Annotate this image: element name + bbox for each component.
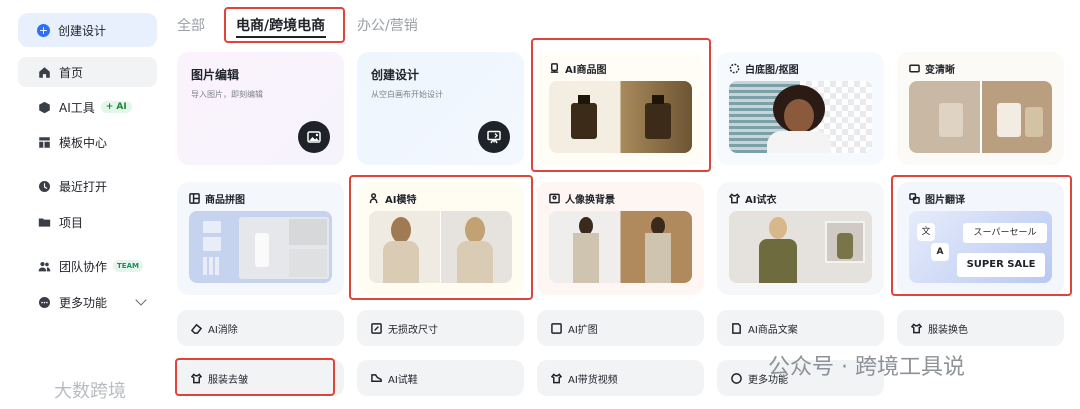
sidebar: + 创建设计 首页 AI工具 + AI 模板中心 最近打开 项目 团队协作 TE… — [0, 0, 170, 409]
clothing-recolor-button[interactable]: 服装换色 — [897, 310, 1064, 346]
watermark-left: 大数跨境 — [54, 381, 126, 402]
sidebar-item-label: 团队协作 — [59, 259, 108, 274]
card-title: 白底图/抠图 — [745, 64, 799, 76]
create-design-title: 创建设计 — [371, 68, 420, 82]
sidebar-item-label: 首页 — [59, 65, 84, 80]
highlight-box-dewrinkle — [175, 358, 335, 396]
tab-office-marketing[interactable]: 办公/营销 — [357, 15, 418, 35]
sidebar-item-label: 更多功能 — [59, 295, 108, 310]
button-label: AI扩图 — [568, 324, 598, 336]
collage-icon — [189, 192, 200, 204]
ai-expand-button[interactable]: AI扩图 — [537, 310, 704, 346]
clock-icon — [37, 179, 51, 193]
sidebar-item-team[interactable]: 团队协作 TEAM — [18, 251, 157, 281]
more-icon — [37, 295, 51, 309]
sidebar-item-ai-tools[interactable]: AI工具 + AI — [18, 92, 157, 122]
sidebar-item-label: 最近打开 — [59, 179, 108, 194]
sidebar-item-home[interactable]: 首页 — [18, 57, 157, 87]
template-icon — [37, 135, 51, 149]
highlight-box-ai-model — [349, 175, 533, 300]
highlight-box-translate — [891, 175, 1072, 296]
more-icon — [731, 372, 742, 384]
create-design-card[interactable]: 创建设计 从空白画布开始设计 — [357, 52, 524, 165]
home-icon — [37, 65, 51, 79]
shoe-icon — [371, 373, 382, 382]
collage-preview — [189, 211, 332, 283]
ai-product-copy-button[interactable]: AI商品文案 — [717, 310, 884, 346]
tryon-icon — [729, 192, 740, 203]
create-design-button[interactable]: + 创建设计 — [18, 13, 157, 47]
video-icon — [551, 372, 562, 383]
document-icon — [732, 322, 741, 334]
card-title: 变清晰 — [925, 64, 955, 76]
image-icon — [298, 121, 330, 153]
button-label: 无损改尺寸 — [388, 324, 438, 336]
sidebar-item-projects[interactable]: 项目 — [18, 207, 157, 237]
image-edit-card[interactable]: 图片编辑 导入图片，即刻编辑 — [177, 52, 344, 165]
sidebar-item-recent[interactable]: 最近打开 — [18, 171, 157, 201]
card-title: 商品拼图 — [205, 194, 245, 206]
button-label: AI消除 — [208, 324, 238, 336]
sidebar-item-label: 项目 — [59, 215, 84, 230]
button-label: AI试鞋 — [388, 374, 418, 386]
cutout-card[interactable]: 白底图/抠图 — [717, 52, 884, 165]
watermark-right: 公众号 · 跨境工具说 — [768, 355, 965, 380]
sharpen-preview — [909, 81, 1052, 153]
highlight-box-ai-product — [531, 38, 711, 172]
background-icon — [549, 193, 560, 203]
button-label: AI带货视频 — [568, 374, 618, 386]
ai-sales-video-button[interactable]: AI带货视频 — [537, 360, 704, 396]
ai-badge: + AI — [100, 101, 132, 113]
sidebar-item-label: AI工具 — [59, 100, 95, 115]
sidebar-item-templates[interactable]: 模板中心 — [18, 127, 157, 157]
team-icon — [37, 259, 51, 273]
product-collage-card[interactable]: 商品拼图 — [177, 182, 344, 295]
shirt-icon — [911, 322, 922, 333]
canvas-icon — [478, 121, 510, 153]
button-label: AI商品文案 — [748, 324, 798, 336]
create-design-subtitle: 从空白画布开始设计 — [371, 90, 443, 99]
ai-tryon-card[interactable]: AI试衣 — [717, 182, 884, 295]
ai-erase-button[interactable]: AI消除 — [177, 310, 344, 346]
cutout-preview — [729, 81, 872, 153]
sidebar-item-more[interactable]: 更多功能 — [18, 287, 157, 317]
ai-shoe-tryon-button[interactable]: AI试鞋 — [357, 360, 524, 396]
chevron-down-icon[interactable] — [135, 294, 147, 306]
sidebar-item-label: 模板中心 — [59, 135, 108, 150]
card-title: 人像换背景 — [565, 194, 615, 206]
portrait-background-preview — [549, 211, 692, 283]
sharpen-card[interactable]: 变清晰 — [897, 52, 1064, 165]
eraser-icon — [191, 323, 202, 334]
image-edit-subtitle: 导入图片，即刻编辑 — [191, 90, 263, 99]
card-title: AI试衣 — [745, 194, 777, 206]
resize-icon — [371, 322, 382, 334]
image-edit-title: 图片编辑 — [191, 68, 240, 82]
portrait-background-card[interactable]: 人像换背景 — [537, 182, 704, 295]
tab-all[interactable]: 全部 — [177, 15, 205, 35]
app-root: + 创建设计 首页 AI工具 + AI 模板中心 最近打开 项目 团队协作 TE… — [0, 0, 1080, 409]
cube-icon — [37, 100, 51, 114]
button-label: 服装换色 — [928, 324, 968, 336]
hd-icon — [909, 64, 920, 72]
create-design-label: 创建设计 — [58, 23, 107, 38]
lossless-resize-button[interactable]: 无损改尺寸 — [357, 310, 524, 346]
team-badge: TEAM — [113, 260, 143, 272]
expand-icon — [551, 322, 562, 334]
ai-tryon-preview — [729, 211, 872, 283]
highlight-box-tab — [224, 7, 345, 43]
cutout-icon — [729, 63, 740, 73]
plus-icon: + — [37, 23, 50, 37]
folder-icon — [37, 215, 51, 229]
